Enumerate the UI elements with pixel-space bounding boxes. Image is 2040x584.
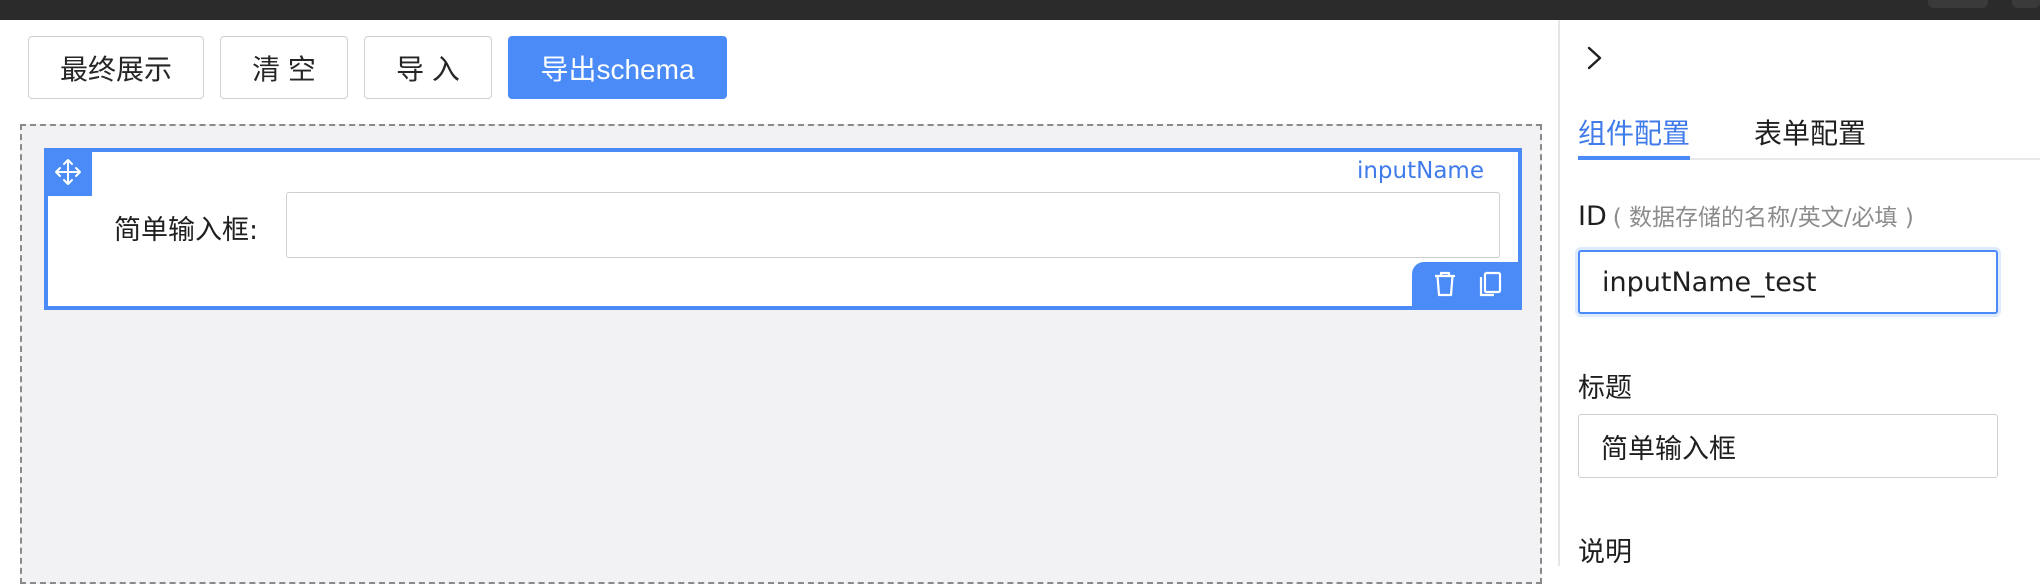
move-icon[interactable] xyxy=(44,148,92,196)
field-name-tag: inputName xyxy=(1356,158,1484,184)
copy-icon[interactable] xyxy=(1477,270,1503,302)
export-schema-button[interactable]: 导出schema xyxy=(508,36,727,99)
id-label-text: ID xyxy=(1578,201,1607,232)
form-canvas[interactable]: inputName 简单输入框: xyxy=(20,124,1542,584)
top-bar-control[interactable] xyxy=(2012,0,2040,8)
toolbar: 最终展示 清 空 导 入 导出schema xyxy=(28,36,727,100)
window-top-bar xyxy=(0,0,2040,20)
title-field[interactable]: 简单输入框 xyxy=(1578,414,1998,478)
field-action-bar xyxy=(1412,262,1522,310)
id-field[interactable]: inputName_test xyxy=(1578,250,1998,314)
settings-panel: 组件配置 表单配置 ID( 数据存储的名称/英文/必填 ) inputName_… xyxy=(1558,20,2040,568)
tab-form-config[interactable]: 表单配置 xyxy=(1754,112,1866,152)
tab-component-config[interactable]: 组件配置 xyxy=(1578,112,1690,152)
top-bar-control[interactable] xyxy=(1928,0,1988,8)
active-tab-indicator xyxy=(1578,156,1690,160)
selected-field-card[interactable]: inputName 简单输入框: xyxy=(44,148,1522,310)
preview-button[interactable]: 最终展示 xyxy=(28,36,204,99)
id-hint: ( 数据存储的名称/英文/必填 ) xyxy=(1612,205,1914,231)
id-label: ID( 数据存储的名称/英文/必填 ) xyxy=(1578,198,1914,232)
simple-text-input[interactable] xyxy=(286,192,1500,258)
field-label: 简单输入框: xyxy=(114,215,259,246)
description-label: 说明 xyxy=(1578,537,1632,568)
import-button[interactable]: 导 入 xyxy=(364,36,492,99)
clear-button[interactable]: 清 空 xyxy=(220,36,348,99)
trash-icon[interactable] xyxy=(1432,270,1458,302)
settings-tabs: 组件配置 表单配置 xyxy=(1578,92,2040,160)
title-label: 标题 xyxy=(1578,373,1632,404)
chevron-right-icon[interactable] xyxy=(1580,40,1610,76)
